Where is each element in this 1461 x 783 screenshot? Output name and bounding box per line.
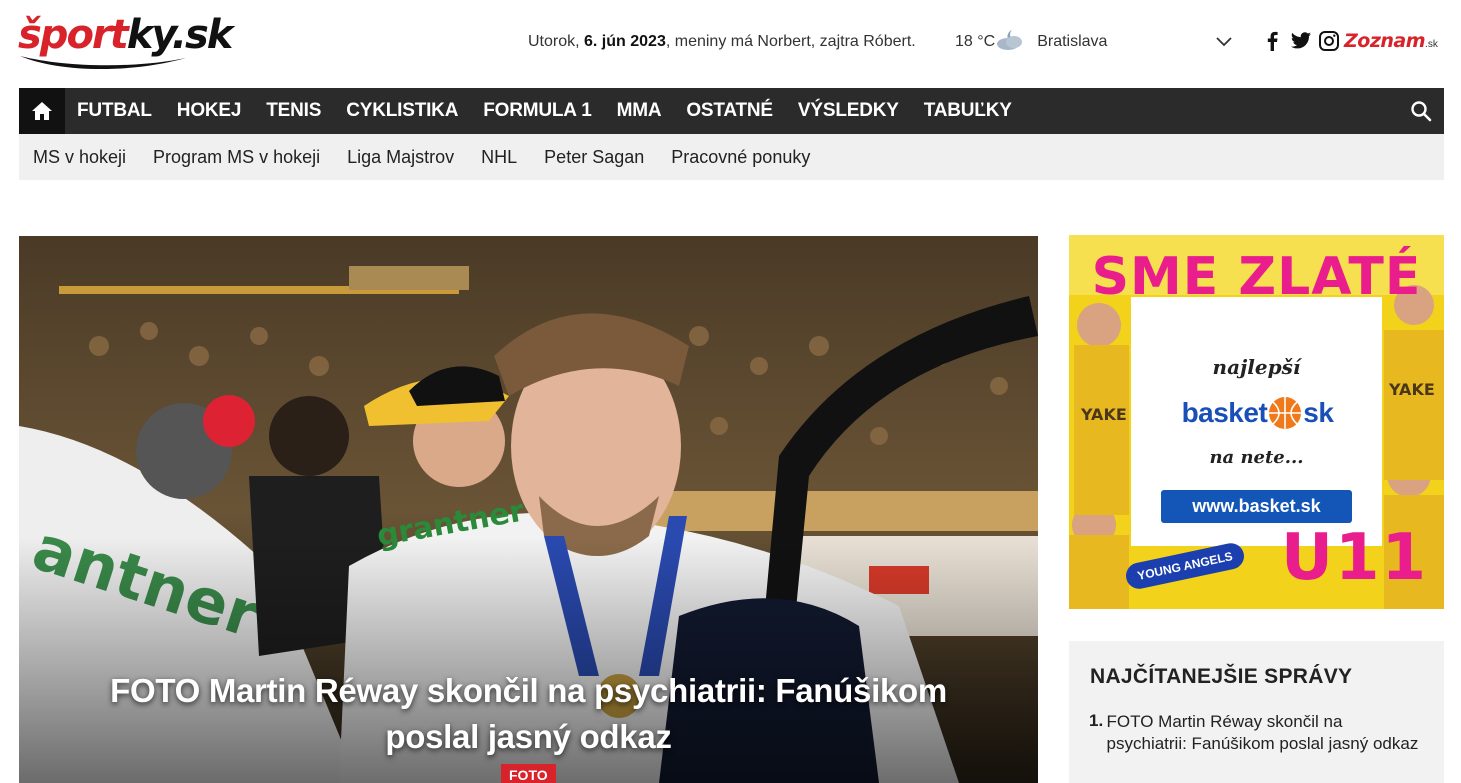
subnav-item-pracovne-ponuky[interactable]: Pracovné ponuky	[671, 147, 810, 168]
nav-item-vysledky[interactable]: VÝSLEDKY	[798, 100, 899, 122]
social-links	[1262, 30, 1340, 52]
main-nav: FUTBAL HOKEJ TENIS CYKLISTIKA FORMULA 1 …	[19, 88, 1444, 140]
site-logo[interactable]: športky.sk	[18, 12, 238, 74]
date-prefix: Utorok,	[528, 33, 585, 50]
site-header: športky.sk Utorok, 6. jún 2023, meniny m…	[0, 0, 1461, 88]
zoznam-suffix: .sk	[1425, 39, 1438, 50]
sub-nav: MS v hokeji Program MS v hokeji Liga Maj…	[19, 134, 1444, 180]
most-read-item-title[interactable]: FOTO Martin Réway skončil na psychiatrii…	[1107, 711, 1419, 755]
ad-logo-left: basket	[1181, 397, 1268, 428]
nav-item-tabulky[interactable]: TABUĽKY	[924, 100, 1012, 122]
nav-item-futbal[interactable]: FUTBAL	[77, 100, 152, 122]
weather-city: Bratislava	[1037, 33, 1108, 50]
subnav-item-liga-majstrov[interactable]: Liga Majstrov	[347, 147, 454, 168]
most-read-box: NAJČÍTANEJŠIE SPRÁVY 1. FOTO Martin Réwa…	[1069, 641, 1444, 783]
instagram-icon[interactable]	[1318, 30, 1340, 52]
nav-item-mma[interactable]: MMA	[617, 100, 662, 122]
logo-swoosh-icon	[20, 56, 186, 70]
weather-widget[interactable]: 18 °C Bratislava	[955, 30, 1108, 51]
zoznam-partner-logo[interactable]: Zoznam.sk	[1344, 30, 1446, 58]
weather-temperature: 18 °C	[955, 33, 996, 50]
search-icon[interactable]	[1410, 100, 1432, 122]
basket-sk-logo: basket sk	[1165, 389, 1350, 437]
home-icon	[32, 102, 52, 120]
hero-headline[interactable]: FOTO Martin Réway skončil na psychiatrii…	[59, 668, 998, 760]
subnav-item-nhl[interactable]: NHL	[481, 147, 517, 168]
nameday-text: , meniny má Norbert, zajtra Róbert.	[665, 33, 916, 50]
nav-item-cyklistika[interactable]: CYKLISTIKA	[346, 100, 458, 122]
ad-url-button[interactable]: www.basket.sk	[1161, 490, 1352, 523]
hero-article[interactable]: antner grantner FOTO Martin Réway skonči…	[19, 236, 1038, 783]
ad-card: najlepší basket sk na nete... www.basket…	[1131, 297, 1382, 546]
date-value: 6. jún 2023	[584, 33, 666, 50]
subnav-item-peter-sagan[interactable]: Peter Sagan	[544, 147, 644, 168]
svg-text:YAKE: YAKE	[1388, 380, 1435, 399]
date-nameday: Utorok, 6. jún 2023, meniny má Norbert, …	[528, 33, 916, 51]
nav-home-button[interactable]	[19, 88, 65, 140]
basketball-icon	[1269, 397, 1302, 429]
ad-na-nete: na nete...	[1209, 447, 1304, 468]
svg-text:YAKE: YAKE	[1080, 405, 1127, 424]
facebook-icon[interactable]	[1262, 30, 1284, 52]
nav-item-hokej[interactable]: HOKEJ	[177, 100, 242, 122]
zoznam-text: Zoznam	[1344, 30, 1426, 52]
most-read-title: NAJČÍTANEJŠIE SPRÁVY	[1090, 665, 1353, 688]
subnav-item-program-ms[interactable]: Program MS v hokeji	[153, 147, 320, 168]
nav-items: FUTBAL HOKEJ TENIS CYKLISTIKA FORMULA 1 …	[77, 88, 1037, 134]
most-read-item-number: 1.	[1089, 711, 1104, 730]
nav-item-ostatne[interactable]: OSTATNÉ	[686, 100, 773, 122]
subnav-item-ms-v-hokeji[interactable]: MS v hokeji	[33, 147, 126, 168]
nav-item-tenis[interactable]: TENIS	[266, 100, 321, 122]
ad-banner-basket[interactable]: YAKE YAKE SME ZLATÉ najlepší basket sk n…	[1069, 235, 1444, 609]
chevron-down-icon[interactable]	[1214, 34, 1234, 50]
most-read-item[interactable]: 1. FOTO Martin Réway skončil na psychiat…	[1089, 711, 1419, 755]
hero-category-badge[interactable]: FOTO	[501, 764, 556, 783]
ad-logo-right: sk	[1303, 397, 1334, 428]
ad-najlepsi: najlepší	[1212, 355, 1301, 379]
nav-item-formula-1[interactable]: FORMULA 1	[483, 100, 592, 122]
twitter-icon[interactable]	[1290, 30, 1312, 52]
ad-category-label: U11	[1281, 521, 1429, 595]
partly-cloudy-night-icon	[997, 30, 1023, 50]
